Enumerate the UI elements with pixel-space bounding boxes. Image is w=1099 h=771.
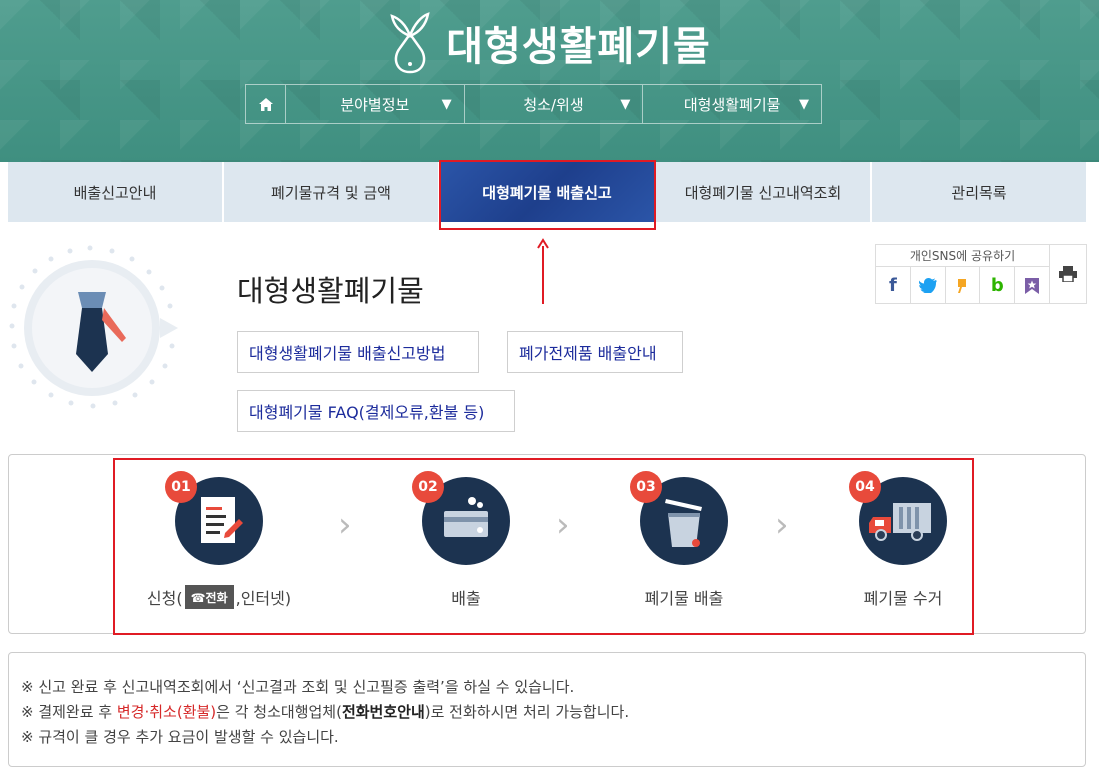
appliance-disposal-link[interactable]: 폐가전제품 배출안내: [507, 331, 683, 373]
notice-text: 은 각 청소대행업체(: [216, 703, 342, 721]
band-icon[interactable]: b: [980, 267, 1016, 304]
step-label: 폐기물 수거: [863, 589, 943, 608]
tab-report-history[interactable]: 대형폐기물 신고내역조회: [656, 162, 870, 222]
sns-icon-row: f b: [876, 267, 1049, 304]
notice-box: ※ 신고 완료 후 신고내역조회에서 ‘신고결과 조회 및 신고필증 출력’을 …: [8, 652, 1086, 767]
nav-dropdown-large-waste[interactable]: 대형생활폐기물 ▼: [643, 85, 821, 123]
notice-text: ※ 결제완료 후: [21, 703, 117, 721]
tab-disposal-guide[interactable]: 배출신고안내: [8, 162, 222, 222]
sprout-drop-icon: [390, 12, 430, 74]
necktie-badge-icon: [9, 245, 178, 409]
dropdown-arrow-icon: ▼: [441, 96, 452, 112]
tab-disposal-report[interactable]: 대형폐기물 배출신고: [440, 162, 654, 222]
step-label-suffix: ,인터넷): [235, 589, 292, 608]
step-number-badge: 02: [412, 471, 444, 503]
sub-tabs: 배출신고안내 폐기물규격 및 금액 대형폐기물 배출신고 대형폐기물 신고내역조…: [8, 162, 1086, 222]
site-logo[interactable]: 대형생활폐기물: [0, 10, 1099, 76]
page-title: 대형생활폐기물: [237, 274, 424, 308]
step-number-badge: 04: [849, 471, 881, 503]
nav-dropdown-label: 분야별정보: [340, 95, 410, 114]
red-pointer-arrow-icon: [537, 238, 549, 304]
top-navigation: 분야별정보 ▼ 청소/위생 ▼ 대형생활폐기물 ▼: [245, 84, 822, 124]
nav-dropdown-label: 청소/위생: [523, 95, 584, 114]
nav-dropdown-label: 대형생활폐기물: [683, 95, 781, 114]
site-header: 대형생활폐기물 분야별정보 ▼ 청소/위생 ▼ 대형생활폐기물 ▼: [0, 0, 1099, 162]
dropdown-arrow-icon: ▼: [620, 96, 631, 112]
phone-chip: ☎전화: [184, 585, 234, 609]
step-label: 폐기물 배출: [644, 589, 724, 608]
bookmark-icon[interactable]: [1015, 267, 1049, 304]
step-label: 신청( ☎전화 ,인터넷): [119, 585, 319, 609]
twitter-icon[interactable]: [911, 267, 946, 304]
notice-line: ※ 규격이 클 경우 추가 요금이 발생할 수 있습니다.: [21, 728, 339, 746]
nav-dropdown-cleaning[interactable]: 청소/위생 ▼: [465, 85, 644, 123]
notice-line: ※ 결제완료 후 변경·취소(환불)은 각 청소대행업체(전화번호안내)로 전화…: [21, 700, 1073, 725]
dropdown-arrow-icon: ▼: [799, 96, 810, 112]
notice-phone-info: 전화번호안내: [341, 703, 425, 721]
chevron-right-icon: ›: [338, 505, 352, 545]
step-label: 배출: [451, 589, 481, 608]
home-icon: [258, 97, 273, 111]
kakaostory-icon[interactable]: [946, 267, 981, 304]
disposal-method-link[interactable]: 대형생활폐기물 배출신고방법: [237, 331, 479, 373]
step-number-badge: 03: [630, 471, 662, 503]
sns-share-box: 개인SNS에 공유하기 f b: [875, 244, 1050, 304]
step-label-prefix: 신청(: [146, 589, 183, 608]
tab-management-list[interactable]: 관리목록: [872, 162, 1086, 222]
notice-line: ※ 신고 완료 후 신고내역조회에서 ‘신고결과 조회 및 신고필증 출력’을 …: [21, 678, 575, 696]
chevron-right-icon: ›: [775, 505, 789, 545]
print-icon: [1059, 266, 1077, 282]
nav-dropdown-field-info[interactable]: 분야별정보 ▼: [286, 85, 465, 123]
chevron-right-icon: ›: [556, 505, 570, 545]
step-number-badge: 01: [165, 471, 197, 503]
notice-text: )로 전화하시면 처리 가능합니다.: [424, 703, 630, 721]
print-button[interactable]: [1050, 244, 1087, 304]
site-title: 대형생활폐기물: [446, 24, 711, 70]
faq-link[interactable]: 대형폐기물 FAQ(결제오류,환불 등): [237, 390, 515, 432]
notice-refund-highlight: 변경·취소(환불): [116, 703, 217, 721]
tab-size-price[interactable]: 폐기물규격 및 금액: [224, 162, 438, 222]
sns-share-label: 개인SNS에 공유하기: [876, 245, 1049, 267]
home-button[interactable]: [246, 85, 286, 123]
facebook-icon[interactable]: f: [876, 267, 911, 304]
